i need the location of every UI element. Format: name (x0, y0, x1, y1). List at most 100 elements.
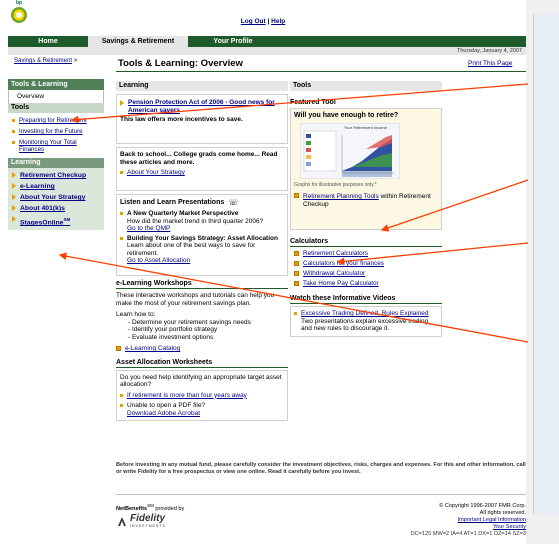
learning-link-retirement-checkup[interactable]: Retirement Checkup (20, 172, 86, 179)
print-page-link[interactable]: Print This Page (468, 60, 512, 67)
calculator-link[interactable]: Retirement Calculators (303, 250, 368, 257)
provider-block: NetBenefitsSM provided by Fidelity INVES… (116, 503, 184, 528)
school-link-row: About Your Strategy (120, 169, 284, 177)
left-nav-tool-item[interactable]: Investing for the Future (8, 126, 104, 137)
bullet-icon (294, 312, 297, 315)
scrollbar-track[interactable] (533, 14, 559, 514)
tool-link-monitoring[interactable]: Monitoring Your Total Finances (19, 139, 102, 153)
learning-link-401k[interactable]: About 401(k)s (20, 205, 65, 212)
left-nav-tool-item[interactable]: Preparing for Retirement (8, 115, 104, 126)
tab-savings-retirement[interactable]: Savings & Retirement (88, 36, 188, 47)
fidelity-sub: INVESTMENTS (130, 523, 166, 528)
bullet-icon (120, 404, 123, 407)
calculator-link[interactable]: Withdrawal Calculator (303, 270, 365, 277)
asset-box: Do you need help identifying an appropri… (116, 369, 288, 421)
tab-home[interactable]: Home (8, 36, 88, 47)
calculator-link[interactable]: Calculators for your finances (303, 260, 384, 267)
left-nav-learning-item[interactable]: StagesOnlineSM (8, 214, 104, 228)
learn-how-item: - Determine your retirement savings need… (128, 318, 251, 326)
presentation-title: A New Quarterly Market Perspective (127, 210, 239, 217)
bullet-icon (12, 119, 15, 122)
arrow-right-icon (12, 216, 16, 222)
left-nav-tool-item[interactable]: Monitoring Your Total Finances (8, 137, 104, 155)
learning-header: Learning (116, 81, 288, 91)
asset-link[interactable]: If retirement is more than four years aw… (127, 392, 247, 400)
elearning-catalog-link[interactable]: e-Learning Catalog (125, 345, 180, 353)
calculator-item[interactable]: Retirement Calculators (294, 250, 442, 257)
elearning-desc: These interactive workshops and tutorial… (116, 292, 275, 307)
learning-column: Learning Pension Protection Act of 2006 … (116, 81, 288, 421)
tools-header: Tools (290, 81, 442, 91)
learn-how-label: Learn how to: (116, 311, 156, 318)
arrow-right-icon (12, 172, 16, 178)
learn-how-item: - Identify your portfolio strategy (128, 326, 218, 333)
left-nav-learning-item[interactable]: e-Learning (8, 181, 104, 192)
left-nav: Tools & Learning Overview Tools Preparin… (8, 79, 104, 231)
calculator-icon (294, 271, 299, 276)
title-divider (116, 71, 526, 72)
calculator-item[interactable]: Calculators for your finances (294, 260, 442, 267)
left-nav-learning-item[interactable]: Retirement Checkup (8, 170, 104, 181)
excessive-trading-link[interactable]: Excessive Trading Defined, Rules Explain… (301, 310, 438, 318)
left-nav-overview[interactable]: Overview (8, 90, 104, 103)
presentation-link[interactable]: Go to Asset Allocation (127, 257, 284, 265)
tab-your-profile[interactable]: Your Profile (188, 36, 278, 47)
arrow-right-icon (120, 100, 124, 106)
pdf-row: Unable to open a PDF file? Download Adob… (120, 402, 284, 417)
calculator-icon (294, 251, 299, 256)
calculator-item[interactable]: Take Home Pay Calculator (294, 280, 442, 287)
legal-link[interactable]: Important Legal Information (300, 517, 526, 524)
utility-separator: | (267, 18, 270, 25)
netbenefits-line: NetBenefitsSM provided by (116, 503, 184, 512)
left-nav-learning-item[interactable]: About 401(k)s (8, 203, 104, 214)
calculator-item[interactable]: Withdrawal Calculator (294, 270, 442, 277)
pension-link[interactable]: Pension Protection Act of 2006 - Good ne… (128, 99, 284, 114)
bullet-icon (12, 130, 15, 133)
learning-link-elearning[interactable]: e-Learning (20, 183, 55, 190)
calculator-icon (294, 261, 299, 266)
video-desc: Two presentations explain excessive trad… (301, 317, 429, 333)
fidelity-logo[interactable]: Fidelity INVESTMENTS (116, 512, 184, 528)
presentation-item: Building Your Savings Strategy: Asset Al… (120, 235, 284, 265)
disclaimer-text: Before investing in any mutual fund, ple… (116, 462, 526, 475)
breadcrumb-separator: > (73, 58, 78, 64)
security-link[interactable]: Your Security (300, 524, 526, 531)
help-link[interactable]: Help (271, 18, 285, 25)
catalog-icon (116, 346, 121, 352)
presentation-link[interactable]: Go to the QMP (127, 225, 263, 233)
calculator-link[interactable]: Take Home Pay Calculator (303, 280, 379, 287)
left-nav-learning-item[interactable]: About Your Strategy (8, 192, 104, 203)
current-date: Thursday, January 4, 2007 (8, 47, 526, 55)
acrobat-link[interactable]: Download Adobe Acrobat (127, 410, 205, 418)
asset-link-row: If retirement is more than four years aw… (120, 392, 284, 400)
learning-link-strategy[interactable]: About Your Strategy (20, 194, 85, 201)
calculator-icon (294, 281, 299, 286)
school-link[interactable]: About Your Strategy (127, 169, 185, 177)
presentation-desc: How did the market trend in third quarte… (127, 217, 264, 225)
main-nav: Home Savings & Retirement Your Profile (8, 36, 526, 47)
asset-section: Asset Allocation Worksheets Do you need … (116, 359, 288, 421)
retirement-planning-tools-link[interactable]: Retirement Planning Tools (303, 193, 379, 200)
presentation-item: A New Quarterly Market Perspective How d… (120, 210, 284, 233)
breadcrumb-savings-retirement[interactable]: Savings & Retirement (14, 58, 72, 64)
pension-box: Pension Protection Act of 2006 - Good ne… (116, 94, 288, 144)
tool-link-preparing[interactable]: Preparing for Retirement (19, 117, 87, 124)
logout-link[interactable]: Log Out (241, 18, 266, 25)
tool-link-investing[interactable]: Investing for the Future (19, 128, 83, 135)
asset-question: Do you need help identifying an appropri… (120, 373, 282, 389)
footer-divider (116, 494, 526, 495)
videos-box: Excessive Trading Defined, Rules Explain… (290, 306, 442, 337)
learn-how-item: - Evaluate investment options (128, 333, 214, 341)
service-mark: SM (147, 503, 154, 508)
learning-link-stagesonline[interactable]: StagesOnlineSM (20, 216, 70, 226)
retirement-graph-svg (299, 122, 401, 180)
rpt-text: Retirement Planning Tools within Retirem… (303, 193, 438, 208)
retirement-graph[interactable]: Your Retirement Income (299, 122, 401, 180)
left-nav-tools-list: Preparing for Retirement Investing for t… (8, 113, 104, 158)
left-nav-header: Tools & Learning (8, 79, 104, 90)
fidelity-name: Fidelity (130, 512, 166, 524)
elearning-section: e-Learning Workshops These interactive w… (116, 280, 288, 353)
rights-reserved: All rights reserved. (479, 510, 526, 516)
breadcrumb: Savings & Retirement > (14, 58, 77, 64)
tools-column: Tools Featured Tool Will you have enough… (290, 81, 442, 337)
